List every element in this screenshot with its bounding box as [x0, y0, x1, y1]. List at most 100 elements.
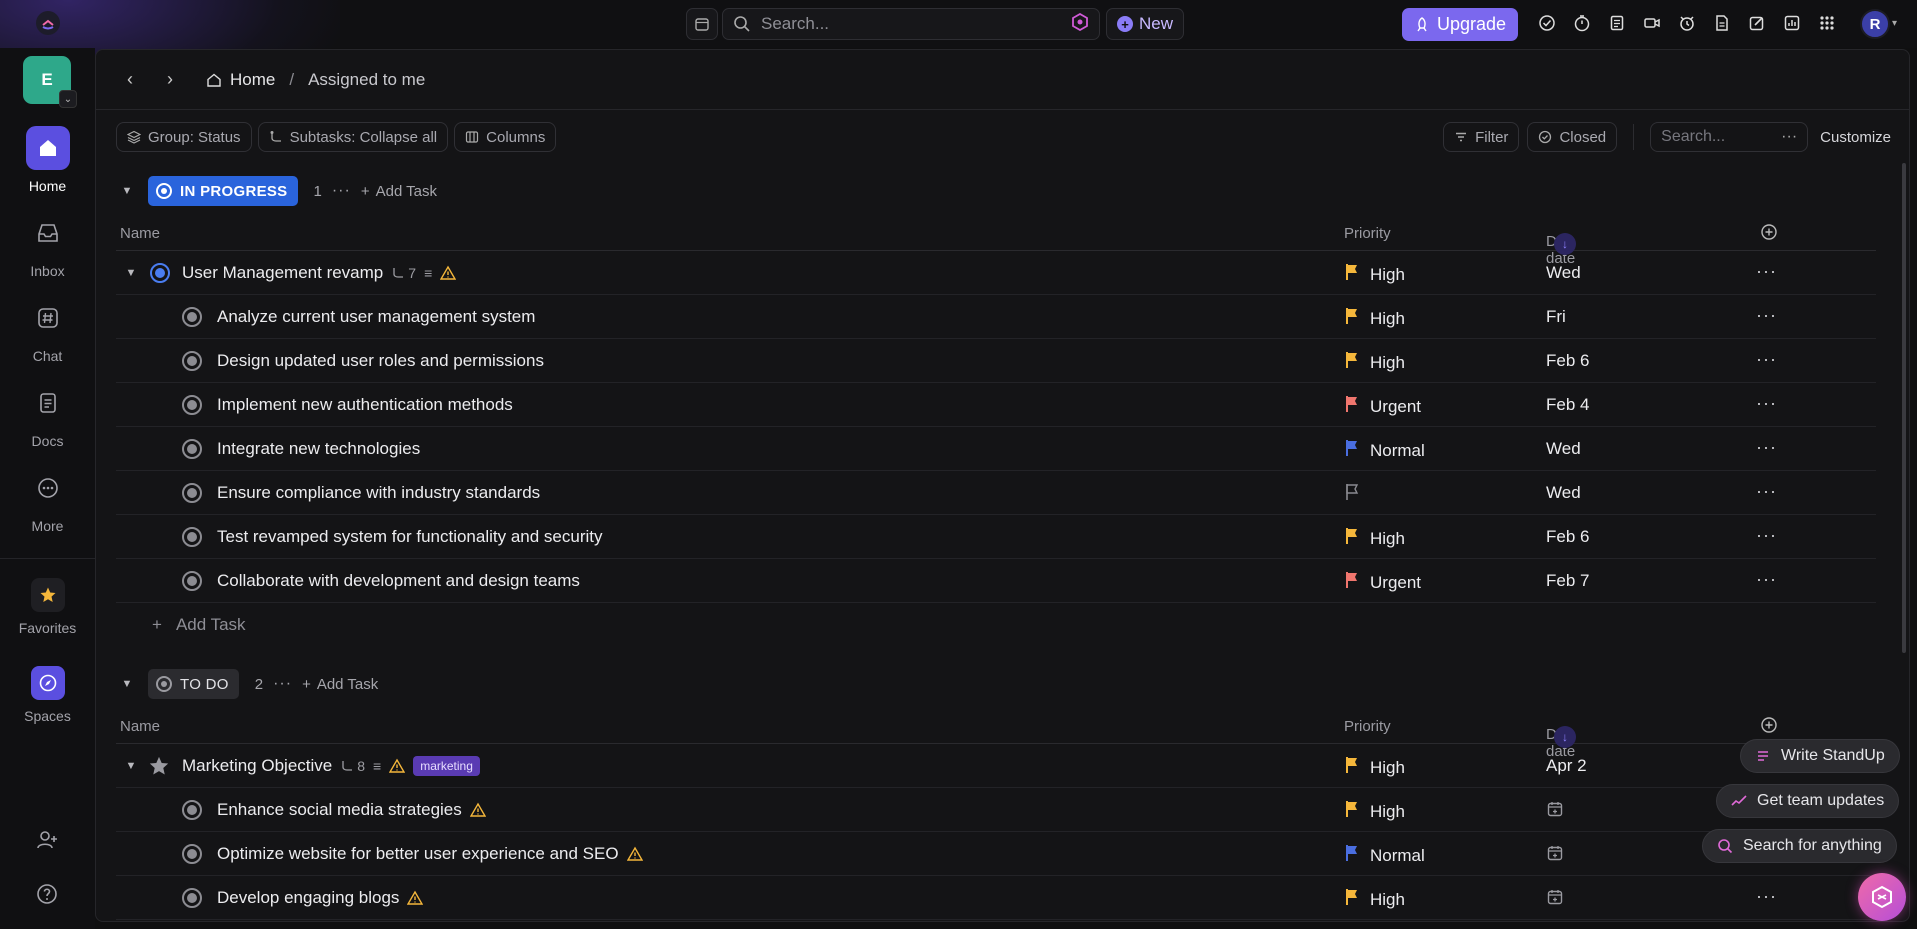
column-priority[interactable]: Priority	[1344, 225, 1391, 242]
task-row[interactable]: Design updated user roles and permission…	[116, 339, 1876, 383]
task-name[interactable]: Analyze current user management system	[217, 307, 535, 327]
edit-icon[interactable]	[1746, 12, 1768, 34]
status-icon[interactable]	[182, 527, 202, 547]
status-icon[interactable]	[182, 395, 202, 415]
rail-item-chat[interactable]: Chat	[0, 296, 95, 364]
due-date-cell[interactable]: Wed	[1546, 263, 1581, 283]
task-name[interactable]: Design updated user roles and permission…	[217, 351, 544, 371]
row-more-icon[interactable]: ···	[1756, 349, 1777, 370]
rail-item-spaces[interactable]: Spaces	[0, 666, 95, 724]
scrollbar[interactable]	[1902, 163, 1906, 653]
collapse-caret-icon[interactable]: ▼	[116, 180, 138, 202]
task-row[interactable]: Enhance social media strategiesHigh···	[116, 788, 1876, 832]
task-row[interactable]: Analyze current user management system Hi…	[116, 295, 1876, 339]
ai-brain-icon[interactable]	[1071, 12, 1089, 36]
status-icon[interactable]	[182, 571, 202, 591]
status-icon[interactable]	[150, 263, 170, 283]
task-row[interactable]: Integrate new technologies Normal Wed ···	[116, 427, 1876, 471]
due-date-cell[interactable]: Feb 6	[1546, 351, 1589, 371]
task-row-parent[interactable]: ▼ User Management revamp 7 ≡ High Wed ··…	[116, 251, 1876, 295]
task-row[interactable]: Collaborate with development and design …	[116, 559, 1876, 603]
set-due-date-icon[interactable]	[1546, 844, 1564, 867]
collapse-caret-icon[interactable]: ▼	[116, 673, 138, 695]
set-due-date-icon[interactable]	[1546, 800, 1564, 823]
add-column-icon[interactable]	[1760, 716, 1778, 738]
priority-cell[interactable]: High	[1344, 800, 1405, 823]
task-name[interactable]: Collaborate with development and design …	[217, 571, 580, 591]
row-more-icon[interactable]: ···	[1756, 569, 1777, 590]
star-status-icon[interactable]	[148, 755, 170, 781]
user-avatar[interactable]: R	[1860, 9, 1890, 39]
rail-item-inbox[interactable]: Inbox	[0, 211, 95, 279]
priority-cell[interactable]: High	[1344, 307, 1405, 330]
apps-grid-icon[interactable]	[1816, 12, 1838, 34]
column-name[interactable]: Name	[120, 718, 160, 735]
rail-item-home[interactable]: Home	[0, 126, 95, 194]
priority-cell[interactable]: High	[1344, 263, 1405, 286]
timer-icon[interactable]	[1571, 12, 1593, 34]
task-name[interactable]: Implement new authentication methods	[217, 395, 513, 415]
filter-chip[interactable]: Filter	[1443, 122, 1520, 152]
task-name[interactable]: Marketing Objective 8 ≡ marketing	[182, 756, 480, 776]
forward-arrow-icon[interactable]: ›	[156, 66, 184, 94]
task-row[interactable]: Optimize website for better user experie…	[116, 832, 1876, 876]
due-date-cell[interactable]: Feb 6	[1546, 527, 1589, 547]
columns-chip[interactable]: Columns	[454, 122, 557, 152]
due-date-cell[interactable]: Fri	[1546, 307, 1566, 327]
priority-cell[interactable]	[1344, 483, 1360, 506]
rail-item-docs[interactable]: Docs	[0, 381, 95, 449]
priority-cell[interactable]: High	[1344, 756, 1405, 779]
global-search[interactable]: Search...	[722, 8, 1100, 40]
task-name[interactable]: Develop engaging blogs	[217, 888, 424, 908]
status-icon[interactable]	[182, 351, 202, 371]
chevron-down-icon[interactable]: ▾	[1892, 18, 1897, 29]
status-pill-to-do[interactable]: TO DO	[148, 669, 239, 699]
expand-caret-icon[interactable]: ▼	[120, 262, 142, 284]
row-more-icon[interactable]: ···	[1756, 481, 1777, 502]
row-more-icon[interactable]: ···	[1756, 886, 1777, 907]
ellipsis-icon[interactable]: ···	[1781, 128, 1797, 146]
task-row-parent[interactable]: ▼ Marketing Objective 8 ≡ marketing High…	[116, 744, 1876, 788]
notepad-icon[interactable]	[1606, 12, 1628, 34]
customize-button[interactable]: Customize	[1820, 129, 1891, 146]
status-icon[interactable]	[182, 439, 202, 459]
back-arrow-icon[interactable]: ‹	[116, 66, 144, 94]
due-date-cell[interactable]: Wed	[1546, 483, 1581, 503]
task-name[interactable]: Enhance social media strategies	[217, 800, 486, 820]
team-updates-button[interactable]: Get team updates	[1716, 784, 1900, 818]
workspace-chevron-icon[interactable]: ⌄	[59, 90, 77, 108]
alarm-icon[interactable]	[1676, 12, 1698, 34]
set-due-date-icon[interactable]	[1546, 888, 1564, 911]
dashboard-icon[interactable]	[1781, 12, 1803, 34]
expand-caret-icon[interactable]: ▼	[120, 755, 142, 777]
priority-cell[interactable]: Urgent	[1344, 395, 1421, 418]
video-icon[interactable]	[1641, 12, 1663, 34]
row-more-icon[interactable]: ···	[1756, 437, 1777, 458]
priority-cell[interactable]: Urgent	[1344, 571, 1421, 594]
group-add-task[interactable]: + Add Task	[302, 676, 378, 693]
breadcrumb-home[interactable]: Home	[230, 70, 275, 90]
due-date-cell[interactable]: Apr 2	[1546, 756, 1587, 776]
tag-badge[interactable]: marketing	[413, 756, 480, 776]
group-more-icon[interactable]: ···	[273, 675, 292, 693]
column-priority[interactable]: Priority	[1344, 718, 1391, 735]
subtask-count[interactable]: 8	[340, 758, 365, 774]
subtask-count[interactable]: 7	[391, 265, 416, 281]
status-icon[interactable]	[182, 888, 202, 908]
status-icon[interactable]	[182, 307, 202, 327]
task-row[interactable]: Ensure compliance with industry standard…	[116, 471, 1876, 515]
add-task-row[interactable]: + Add Task	[116, 603, 1876, 647]
upgrade-button[interactable]: Upgrade	[1402, 8, 1519, 41]
group-by-chip[interactable]: Group: Status	[116, 122, 252, 152]
status-icon[interactable]	[182, 844, 202, 864]
new-button[interactable]: + New	[1106, 8, 1185, 40]
due-date-cell[interactable]: Wed	[1546, 439, 1581, 459]
ai-assistant-icon[interactable]	[1858, 873, 1906, 921]
priority-cell[interactable]: Normal	[1344, 439, 1425, 462]
task-row[interactable]: Test revamped system for functionality a…	[116, 515, 1876, 559]
due-date-cell[interactable]: Feb 4	[1546, 395, 1589, 415]
task-row[interactable]: Develop engaging blogs High ···	[116, 876, 1876, 920]
column-name[interactable]: Name	[120, 225, 160, 242]
calendar-button[interactable]	[686, 8, 718, 40]
task-name[interactable]: Optimize website for better user experie…	[217, 844, 643, 864]
